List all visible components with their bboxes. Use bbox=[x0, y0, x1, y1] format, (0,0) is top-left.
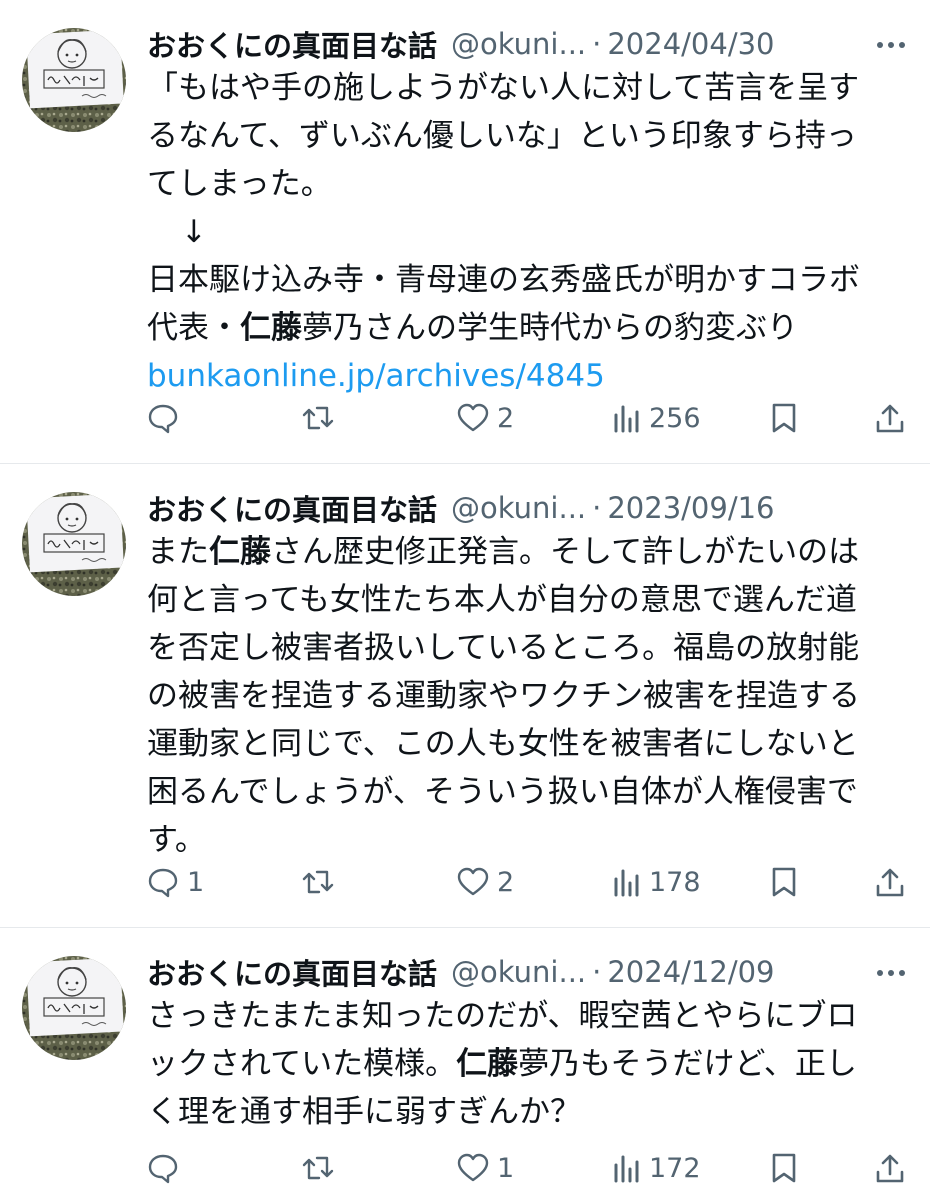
tweet-header: おおくにの真面目な話 @okuni... · 2023/09/16 bbox=[147, 486, 910, 530]
share-icon bbox=[876, 1154, 904, 1183]
text-line: 代表・仁藤夢乃さんの学生時代からの豹変ぶり bbox=[147, 304, 917, 352]
action-bar: 2 256 bbox=[147, 398, 909, 438]
action-bar: 1 2 178 bbox=[147, 862, 909, 902]
views-icon bbox=[614, 405, 639, 433]
text-line: 運動家と同じで、この人も女性を被害者にしないと bbox=[147, 726, 859, 762]
tweet-header: おおくにの真面目な話 @okuni... · 2024/12/09 bbox=[147, 950, 910, 994]
tweet-date[interactable]: 2024/12/09 bbox=[607, 955, 774, 989]
reply-count: 1 bbox=[187, 866, 205, 898]
more-icon[interactable] bbox=[874, 28, 908, 69]
like-button[interactable]: 1 bbox=[457, 1148, 514, 1188]
retweet-button[interactable] bbox=[301, 398, 343, 438]
highlighted-keyword: 仁藤 bbox=[209, 534, 271, 570]
reply-button[interactable]: 1 bbox=[147, 862, 204, 902]
tweet-text: 「もはや手の施しようがない人に対して苦言を呈す るなんて、ずいぶん優しいな」とい… bbox=[147, 64, 917, 400]
like-icon bbox=[457, 867, 489, 896]
text-span: また bbox=[147, 534, 209, 570]
avatar[interactable] bbox=[22, 28, 126, 132]
reply-button[interactable] bbox=[147, 1148, 187, 1188]
reply-button[interactable] bbox=[147, 398, 187, 438]
view-count: 178 bbox=[649, 866, 701, 898]
text-line: ックされていた模様。仁藤夢乃もそうだけど、正し bbox=[147, 1040, 917, 1088]
action-bar: 1 172 bbox=[147, 1148, 909, 1188]
like-count: 1 bbox=[497, 1152, 515, 1184]
view-count: 172 bbox=[649, 1152, 701, 1184]
avatar[interactable] bbox=[22, 492, 126, 596]
text-line: てしまった。 bbox=[147, 166, 332, 202]
tweet-date[interactable]: 2024/04/30 bbox=[607, 27, 774, 61]
like-icon bbox=[457, 1153, 489, 1182]
author-name[interactable]: おおくにの真面目な話 bbox=[147, 487, 437, 529]
tweet-header: おおくにの真面目な話 @okuni... · 2024/04/30 bbox=[147, 22, 910, 66]
share-button[interactable] bbox=[875, 862, 905, 902]
share-button[interactable] bbox=[875, 398, 905, 438]
reply-icon bbox=[148, 868, 178, 898]
tweet-text: また仁藤さん歴史修正発言。そして許しがたいのは 何と言っても女性たち本人が自分の… bbox=[147, 528, 917, 864]
share-icon bbox=[876, 404, 904, 433]
view-count: 256 bbox=[649, 402, 701, 434]
author-handle[interactable]: @okuni... bbox=[451, 491, 586, 525]
author-name[interactable]: おおくにの真面目な話 bbox=[147, 951, 437, 993]
tweet[interactable]: おおくにの真面目な話 @okuni... · 2024/04/30 「もはや手の… bbox=[0, 0, 930, 464]
share-button[interactable] bbox=[875, 1148, 905, 1188]
text-span: 代表・ bbox=[147, 310, 240, 346]
views-button[interactable]: 178 bbox=[613, 862, 701, 902]
more-icon[interactable] bbox=[874, 956, 908, 997]
highlighted-keyword: 仁藤 bbox=[240, 310, 302, 346]
tweet[interactable]: おおくにの真面目な話 @okuni... · 2023/09/16 また仁藤さん… bbox=[0, 464, 930, 928]
bookmark-button[interactable] bbox=[771, 398, 797, 438]
retweet-icon bbox=[302, 406, 334, 430]
views-icon bbox=[614, 869, 639, 897]
avatar[interactable] bbox=[22, 956, 126, 1060]
bookmark-icon bbox=[772, 1153, 796, 1183]
separator: · bbox=[592, 955, 602, 989]
bookmark-icon bbox=[772, 403, 796, 433]
text-span: さん歴史修正発言。そして許しがたいのは bbox=[271, 534, 860, 570]
text-line: す。 bbox=[147, 822, 206, 858]
separator: · bbox=[592, 491, 602, 525]
author-handle[interactable]: @okuni... bbox=[451, 955, 586, 989]
like-button[interactable]: 2 bbox=[457, 398, 514, 438]
reply-icon bbox=[148, 404, 178, 434]
separator: · bbox=[592, 27, 602, 61]
tweet-date[interactable]: 2023/09/16 bbox=[607, 491, 774, 525]
author-handle[interactable]: @okuni... bbox=[451, 27, 586, 61]
retweet-icon bbox=[302, 1156, 334, 1180]
like-button[interactable]: 2 bbox=[457, 862, 514, 902]
like-count: 2 bbox=[497, 866, 515, 898]
bookmark-icon bbox=[772, 867, 796, 897]
tweet-text: さっきたまたま知ったのだが、暇空茜とやらにブロ ックされていた模様。仁藤夢乃もそ… bbox=[147, 992, 917, 1136]
text-line: 「もはや手の施しようがない人に対して苦言を呈す bbox=[147, 70, 860, 106]
tweet[interactable]: おおくにの真面目な話 @okuni... · 2024/12/09 さっきたまた… bbox=[0, 928, 930, 1200]
like-icon bbox=[457, 403, 489, 432]
text-line: を否定し被害者扱いしているところ。福島の放射能 bbox=[147, 630, 860, 666]
text-span: 夢乃もそうだけど、正し bbox=[518, 1046, 857, 1082]
like-count: 2 bbox=[497, 402, 515, 434]
text-line: さっきたまたま知ったのだが、暇空茜とやらにブロ bbox=[147, 998, 858, 1034]
text-line: 何と言っても女性たち本人が自分の意思で選んだ道 bbox=[147, 582, 857, 618]
text-line: 日本駆け込み寺・青母連の玄秀盛氏が明かすコラボ bbox=[147, 262, 860, 298]
author-name[interactable]: おおくにの真面目な話 bbox=[147, 23, 437, 65]
retweet-button[interactable] bbox=[301, 1148, 343, 1188]
text-span: 夢乃さんの学生時代からの豹変ぶり bbox=[302, 310, 798, 346]
retweet-button[interactable] bbox=[301, 862, 343, 902]
reply-icon bbox=[148, 1154, 178, 1184]
highlighted-keyword: 仁藤 bbox=[456, 1046, 519, 1082]
text-line: 困るんでしょうが、そういう扱い自体が人権侵害で bbox=[147, 774, 858, 810]
bookmark-button[interactable] bbox=[771, 1148, 797, 1188]
article-link[interactable]: bunkaonline.jp/archives/4845 bbox=[147, 352, 917, 400]
text-span: ックされていた模様。 bbox=[147, 1046, 457, 1082]
text-line: の被害を捏造する運動家やワクチン被害を捏造する bbox=[147, 678, 860, 714]
views-icon bbox=[614, 1155, 639, 1183]
text-line: るなんて、ずいぶん優しいな」という印象すら持っ bbox=[147, 118, 857, 154]
retweet-icon bbox=[302, 870, 334, 894]
arrow-down: ↓ bbox=[181, 214, 207, 250]
text-line: く理を通す相手に弱すぎんか？ bbox=[147, 1094, 581, 1130]
views-button[interactable]: 256 bbox=[613, 398, 701, 438]
text-line: また仁藤さん歴史修正発言。そして許しがたいのは bbox=[147, 528, 917, 576]
bookmark-button[interactable] bbox=[771, 862, 797, 902]
views-button[interactable]: 172 bbox=[613, 1148, 701, 1188]
share-icon bbox=[876, 868, 904, 897]
